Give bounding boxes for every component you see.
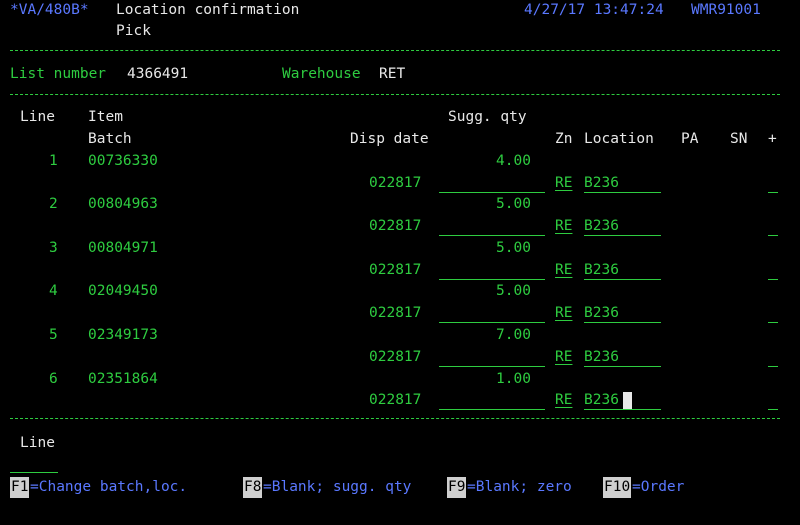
row-location-underline	[584, 260, 661, 280]
warehouse-label: Warehouse	[282, 66, 361, 82]
row-zone-input[interactable]: RE	[555, 216, 572, 237]
row-disp-date: 022817	[369, 218, 422, 234]
program-id: *VA/480B*	[10, 2, 89, 18]
row-zone-input[interactable]: RE	[555, 303, 572, 324]
row-disp-date: 022817	[369, 349, 422, 365]
row-sugg-qty: 5.00	[496, 283, 531, 299]
system-name: WMR91001	[691, 2, 761, 18]
f10-label: =Order	[632, 479, 685, 495]
datetime: 4/27/17 13:47:24	[524, 2, 664, 18]
col-batch: Batch	[88, 131, 132, 147]
col-sn: SN	[730, 131, 748, 147]
col-item: Item	[88, 109, 123, 125]
warehouse-value: RET	[379, 66, 406, 82]
f8-key[interactable]: F8	[243, 477, 263, 498]
f1-label: =Change batch,loc.	[30, 479, 188, 495]
col-pa: PA	[681, 131, 699, 147]
row-line: 5	[49, 327, 58, 343]
row-plus-input[interactable]	[768, 347, 778, 367]
row-sugg-qty: 5.00	[496, 240, 531, 256]
col-plus: +	[768, 131, 777, 147]
f9-key[interactable]: F9	[447, 477, 467, 498]
row-zone-input[interactable]: RE	[555, 260, 572, 281]
row-disp-date: 022817	[369, 392, 422, 408]
row-disp-date: 022817	[369, 175, 422, 191]
row-item: 02351864	[88, 371, 158, 387]
row-qty-input[interactable]	[439, 303, 545, 323]
row-qty-input[interactable]	[439, 260, 545, 280]
row-item: 02049450	[88, 283, 158, 299]
separator-bottom	[10, 418, 780, 419]
row-disp-date: 022817	[369, 262, 422, 278]
row-qty-input[interactable]	[439, 390, 545, 410]
row-sugg-qty: 4.00	[496, 153, 531, 169]
row-plus-input[interactable]	[768, 390, 778, 410]
screen-subtitle: Pick	[116, 23, 151, 39]
list-number-value: 4366491	[127, 66, 189, 82]
col-disp-date: Disp date	[350, 131, 429, 147]
row-line: 1	[49, 153, 58, 169]
row-line: 3	[49, 240, 58, 256]
row-zone-input[interactable]: RE	[555, 173, 572, 194]
row-sugg-qty: 5.00	[496, 196, 531, 212]
row-item: 00804963	[88, 196, 158, 212]
row-sugg-qty: 7.00	[496, 327, 531, 343]
col-zn: Zn	[555, 131, 573, 147]
row-qty-input[interactable]	[439, 216, 545, 236]
screen-title: Location confirmation	[116, 2, 300, 18]
line-position-input[interactable]	[10, 453, 58, 473]
f9-label: =Blank; zero	[467, 479, 572, 495]
row-line: 2	[49, 196, 58, 212]
row-item: 02349173	[88, 327, 158, 343]
row-sugg-qty: 1.00	[496, 371, 531, 387]
row-location-underline	[584, 216, 661, 236]
text-cursor	[623, 392, 632, 409]
row-plus-input[interactable]	[768, 303, 778, 323]
f8-label: =Blank; sugg. qty	[263, 479, 412, 495]
row-zone-input[interactable]: RE	[555, 347, 572, 368]
col-location: Location	[584, 131, 654, 147]
row-qty-input[interactable]	[439, 173, 545, 193]
separator-mid	[10, 94, 780, 95]
row-location-underline	[584, 347, 661, 367]
list-number-label: List number	[10, 66, 107, 82]
row-qty-input[interactable]	[439, 347, 545, 367]
row-plus-input[interactable]	[768, 260, 778, 280]
row-item: 00736330	[88, 153, 158, 169]
row-plus-input[interactable]	[768, 173, 778, 193]
row-plus-input[interactable]	[768, 216, 778, 236]
separator-top	[10, 50, 780, 51]
row-location-underline	[584, 303, 661, 323]
line-position-label: Line	[20, 435, 55, 451]
row-item: 00804971	[88, 240, 158, 256]
col-line: Line	[20, 109, 55, 125]
col-sugg-qty: Sugg. qty	[448, 109, 527, 125]
f1-key[interactable]: F1	[10, 477, 30, 498]
row-location-underline	[584, 173, 661, 193]
row-disp-date: 022817	[369, 305, 422, 321]
row-line: 4	[49, 283, 58, 299]
row-zone-input[interactable]: RE	[555, 390, 572, 411]
row-line: 6	[49, 371, 58, 387]
f10-key[interactable]: F10	[603, 477, 632, 498]
